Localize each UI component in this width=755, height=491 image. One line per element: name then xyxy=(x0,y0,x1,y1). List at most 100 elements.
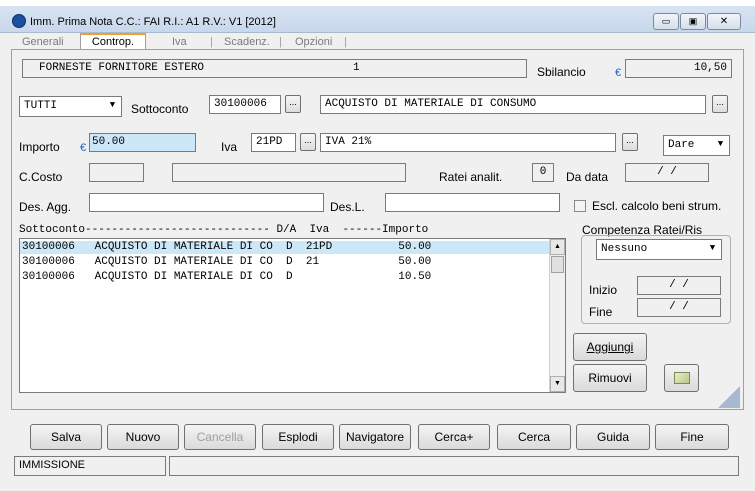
supplier-name: FORNESTE FORNITORE ESTERO xyxy=(39,62,205,74)
da-data-label: Da data xyxy=(566,170,609,184)
tab-label: Iva xyxy=(172,36,187,48)
sottoconto-code: 30100006 xyxy=(214,98,267,110)
sottoconto-code-input[interactable]: 30100006 xyxy=(209,95,281,114)
list-item-text: 30100006 ACQUISTO DI MATERIALE DI CO D 2… xyxy=(22,241,432,253)
fine-label: Fine xyxy=(589,305,613,319)
iva-code-input[interactable]: 21PD xyxy=(251,133,296,152)
navigatore-button[interactable]: Navigatore xyxy=(339,424,411,450)
maximize-icon: ▣ xyxy=(688,16,698,26)
maximize-button[interactable]: ▣ xyxy=(680,13,706,30)
tab-opzioni[interactable]: Opzioni xyxy=(295,35,332,50)
filter-value: TUTTI xyxy=(24,100,58,112)
entries-list[interactable]: 30100006 ACQUISTO DI MATERIALE DI CO D 2… xyxy=(19,238,566,393)
nuovo-label: Nuovo xyxy=(125,430,161,444)
scrollbar[interactable]: ▲ ▼ xyxy=(549,239,565,392)
arrow-down-icon: ▼ xyxy=(554,380,561,387)
ratei-value[interactable]: 0 xyxy=(532,163,554,182)
guida-button[interactable]: Guida xyxy=(576,424,650,450)
document-number: 1 xyxy=(353,62,360,74)
ellipsis-icon: ... xyxy=(626,135,634,145)
list-item-text: 30100006 ACQUISTO DI MATERIALE DI CO D 1… xyxy=(22,271,432,283)
status-mode-text: IMMISSIONE xyxy=(19,459,86,471)
escl-checkbox[interactable] xyxy=(574,200,586,212)
ccosto-code-input[interactable] xyxy=(89,163,144,182)
fine-input[interactable]: / / xyxy=(637,298,721,317)
close-icon: ✕ xyxy=(719,16,729,27)
des-agg-input[interactable] xyxy=(89,193,324,212)
navigatore-label: Navigatore xyxy=(345,430,405,444)
importo-value: 50.00 xyxy=(92,136,126,148)
des-l-input[interactable] xyxy=(385,193,560,212)
aggiungi-button[interactable]: Aggiungi xyxy=(573,333,647,361)
scroll-up-button[interactable]: ▲ xyxy=(550,239,565,255)
iva-desc-button[interactable]: ... xyxy=(622,133,638,151)
competenza-value: Nessuno xyxy=(601,243,648,255)
status-message xyxy=(169,456,739,476)
ellipsis-icon: ... xyxy=(716,97,724,107)
list-item[interactable]: 30100006 ACQUISTO DI MATERIALE DI CO D 2… xyxy=(20,241,549,254)
close-button[interactable]: ✕ xyxy=(707,13,741,30)
scroll-thumb[interactable] xyxy=(551,256,564,273)
ccosto-desc-input[interactable] xyxy=(172,163,406,182)
sottoconto-desc-input[interactable]: ACQUISTO DI MATERIALE DI CONSUMO xyxy=(320,95,706,114)
chevron-down-icon: ▼ xyxy=(713,137,728,152)
euro-icon: € xyxy=(80,142,87,154)
rimuovi-button[interactable]: Rimuovi xyxy=(573,364,647,392)
arrow-up-icon: ▲ xyxy=(554,243,561,250)
list-item[interactable]: 30100006 ACQUISTO DI MATERIALE DI CO D 1… xyxy=(20,271,549,284)
sottoconto-label: Sottoconto xyxy=(131,102,189,116)
esplodi-label: Esplodi xyxy=(278,430,318,444)
dare-avere-select[interactable]: Dare ▼ xyxy=(663,135,730,156)
sottoconto-desc: ACQUISTO DI MATERIALE DI CONSUMO xyxy=(325,98,537,110)
da-data-value: / / xyxy=(657,166,677,178)
cerca-plus-button[interactable]: Cerca+ xyxy=(418,424,490,450)
tab-label: Scadenz. xyxy=(224,36,270,48)
competenza-select[interactable]: Nessuno ▼ xyxy=(596,239,722,260)
salva-button[interactable]: Salva xyxy=(30,424,102,450)
inizio-input[interactable]: / / xyxy=(637,276,721,295)
nuovo-button[interactable]: Nuovo xyxy=(107,424,179,450)
esplodi-button[interactable]: Esplodi xyxy=(262,424,334,450)
cerca-button[interactable]: Cerca xyxy=(497,424,571,450)
tab-iva[interactable]: Iva xyxy=(172,35,187,50)
cerca-plus-label: Cerca+ xyxy=(434,430,474,444)
tab-separator: | xyxy=(344,36,347,48)
iva-desc-input[interactable]: IVA 21% xyxy=(320,133,616,152)
scroll-down-button[interactable]: ▼ xyxy=(550,376,565,392)
status-mode: IMMISSIONE xyxy=(14,456,166,476)
fine-button[interactable]: Fine xyxy=(655,424,729,450)
iva-desc: IVA 21% xyxy=(325,136,372,148)
des-l-label: Des.L. xyxy=(330,200,365,214)
filter-select[interactable]: TUTTI ▼ xyxy=(19,96,122,117)
tab-scadenz[interactable]: Scadenz. xyxy=(224,35,270,50)
image-button[interactable] xyxy=(664,364,699,392)
chevron-down-icon: ▼ xyxy=(705,241,720,256)
chevron-down-icon: ▼ xyxy=(105,98,120,113)
tab-label: Opzioni xyxy=(295,36,333,48)
iva-lookup-button[interactable]: ... xyxy=(300,133,316,151)
minimize-button[interactable]: ▭ xyxy=(653,13,679,30)
fine-value: / / xyxy=(669,301,689,313)
corner-triangle-icon xyxy=(718,386,740,408)
supplier-field: FORNESTE FORNITORE ESTERO 1 xyxy=(22,59,527,78)
cancella-button[interactable]: Cancella xyxy=(184,424,256,450)
cancella-label: Cancella xyxy=(196,430,244,444)
tab-controp-active[interactable]: Controp. xyxy=(80,33,146,50)
sottoconto-desc-button[interactable]: ... xyxy=(712,95,728,113)
ratei-count: 0 xyxy=(539,166,547,178)
sottoconto-lookup-button[interactable]: ... xyxy=(285,95,301,113)
app-icon xyxy=(12,14,26,28)
salva-label: Salva xyxy=(50,430,82,444)
tab-label: Generali xyxy=(22,36,64,48)
minimize-icon: ▭ xyxy=(661,16,671,26)
ellipsis-icon: ... xyxy=(304,135,312,145)
da-data-input[interactable]: / / xyxy=(625,163,709,182)
guida-label: Guida xyxy=(596,430,630,444)
list-item[interactable]: 30100006 ACQUISTO DI MATERIALE DI CO D 2… xyxy=(20,256,549,269)
tab-generali[interactable]: Generali xyxy=(22,35,64,50)
tab-separator: | xyxy=(279,36,282,48)
iva-code: 21PD xyxy=(256,136,283,148)
aggiungi-label: Aggiungi xyxy=(586,340,634,354)
escl-label: Escl. calcolo beni strum. xyxy=(592,199,722,213)
importo-input[interactable]: 50.00 xyxy=(89,133,196,152)
